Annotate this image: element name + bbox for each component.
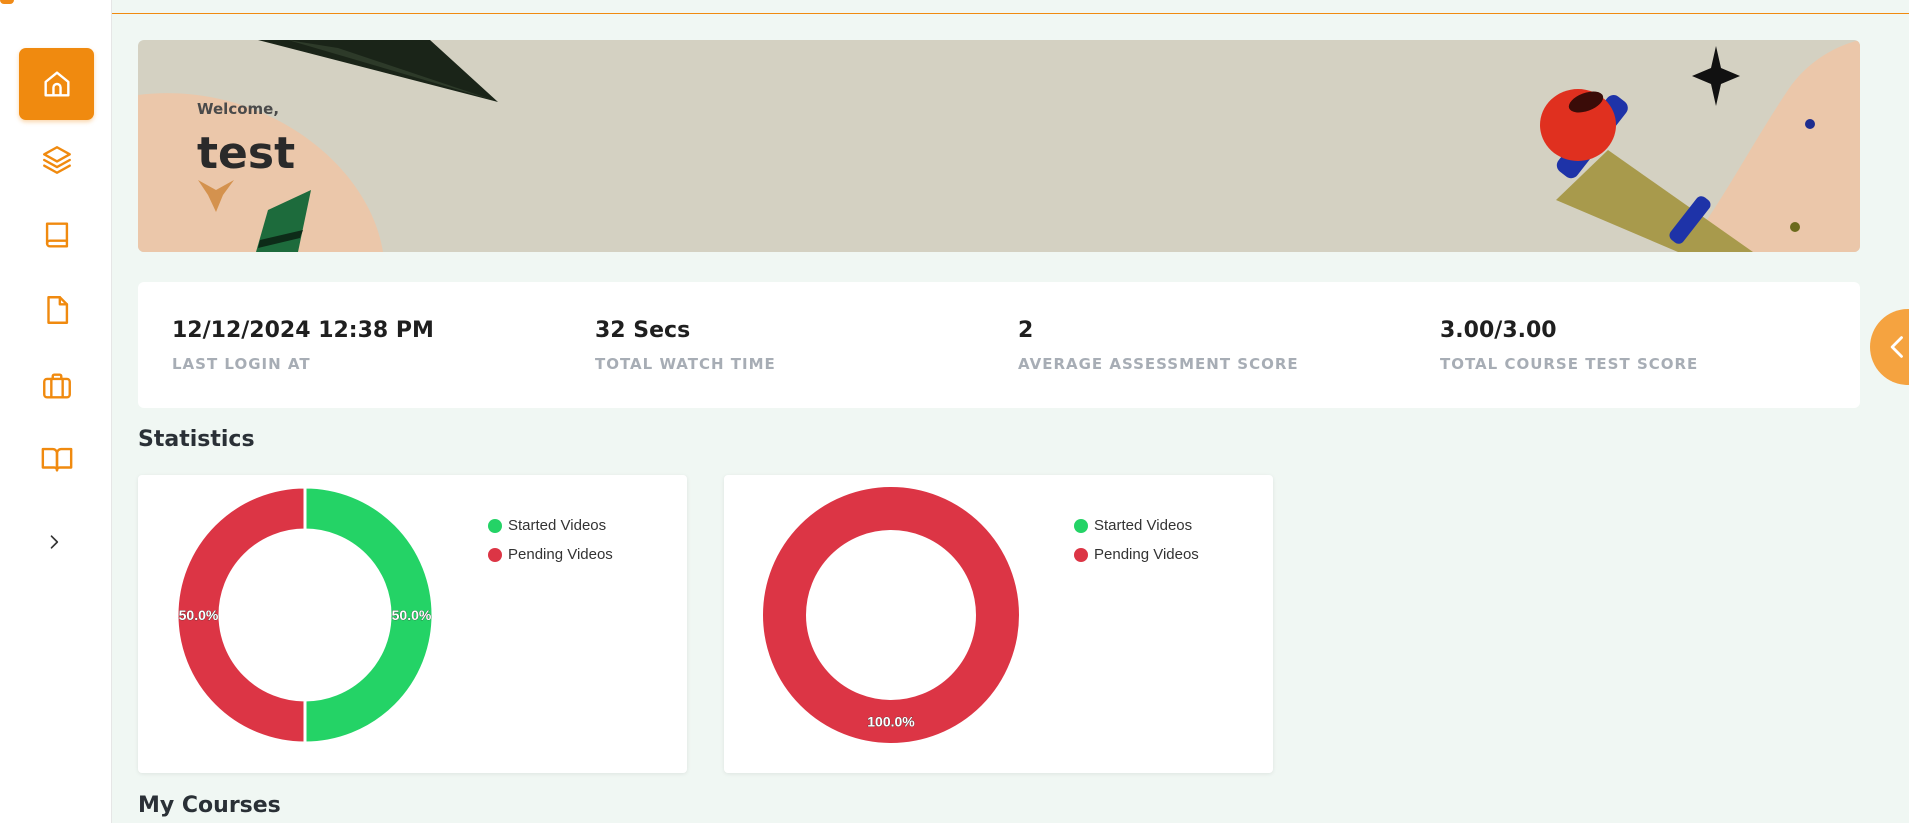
legend-item[interactable]: Started Videos: [1074, 511, 1199, 540]
home-icon: [43, 71, 70, 97]
slice-data-label: 50.0%: [392, 607, 432, 623]
legend-item[interactable]: Started Videos: [488, 511, 613, 540]
sidebar: [0, 0, 112, 823]
legend-item[interactable]: Pending Videos: [1074, 540, 1199, 569]
legend-label: Started Videos: [1094, 517, 1193, 534]
nav-library[interactable]: [19, 199, 94, 271]
nav-documents[interactable]: [19, 274, 94, 346]
stat-last-login: 12/12/2024 12:38 PM LAST LOGIN AT: [172, 318, 434, 373]
stat-value: 12/12/2024 12:38 PM: [172, 318, 434, 343]
statistics-heading: Statistics: [138, 427, 255, 452]
summary-stats-card: 12/12/2024 12:38 PM LAST LOGIN AT 32 Sec…: [138, 282, 1860, 408]
nav-home[interactable]: [19, 48, 94, 120]
layers-icon: [42, 146, 71, 174]
legend-label: Pending Videos: [508, 546, 613, 563]
my-courses-heading: My Courses: [138, 793, 281, 818]
chart-legend: Started Videos Pending Videos: [488, 511, 613, 569]
donut-slice-pending-videos[interactable]: [763, 487, 1019, 743]
stat-label: TOTAL COURSE TEST SCORE: [1440, 355, 1699, 373]
legend-swatch: [488, 547, 502, 562]
chart-card-1: 50.0% 50.0% Started Videos Pending Videos: [138, 475, 687, 773]
stat-value: 2: [1018, 318, 1034, 343]
side-panel-toggle-button[interactable]: [1870, 309, 1909, 385]
nav-jobs[interactable]: [19, 350, 94, 422]
welcome-banner: Welcome, test: [138, 40, 1860, 252]
stat-label: TOTAL WATCH TIME: [595, 355, 776, 373]
briefcase-icon: [42, 373, 71, 399]
chevron-right-icon: [50, 535, 59, 549]
legend-label: Pending Videos: [1094, 546, 1199, 563]
legend-swatch: [1074, 518, 1088, 533]
chart-card-2: 100.0% Started Videos Pending Videos: [724, 475, 1273, 773]
file-icon: [46, 296, 68, 324]
stat-value: 3.00/3.00: [1440, 318, 1557, 343]
legend-swatch: [1074, 547, 1088, 562]
legend-swatch: [488, 518, 502, 533]
stat-label: LAST LOGIN AT: [172, 355, 311, 373]
header-divider: [112, 13, 1909, 14]
stat-course-test-score: 3.00/3.00 TOTAL COURSE TEST SCORE: [1440, 318, 1698, 373]
legend-label: Started Videos: [508, 517, 607, 534]
slice-data-label: 50.0%: [179, 607, 219, 623]
book-icon: [45, 222, 68, 248]
sidebar-expand-button[interactable]: [38, 526, 70, 558]
stat-assessment-score: 2 AVERAGE ASSESSMENT SCORE: [1018, 318, 1299, 373]
logo: [0, 0, 14, 4]
slice-data-label: 100.0%: [867, 714, 915, 730]
chevron-left-icon: [1890, 336, 1903, 358]
open-book-icon: [41, 447, 72, 472]
user-name: test: [197, 128, 296, 179]
stat-label: AVERAGE ASSESSMENT SCORE: [1018, 355, 1299, 373]
stat-value: 32 Secs: [595, 318, 691, 343]
chart-legend: Started Videos Pending Videos: [1074, 511, 1199, 569]
banner-illustration: [138, 40, 1860, 252]
stat-watch-time: 32 Secs TOTAL WATCH TIME: [595, 318, 776, 373]
nav-reading[interactable]: [19, 423, 94, 495]
nav-courses[interactable]: [19, 124, 94, 196]
legend-item[interactable]: Pending Videos: [488, 540, 613, 569]
welcome-text: Welcome,: [197, 100, 280, 118]
